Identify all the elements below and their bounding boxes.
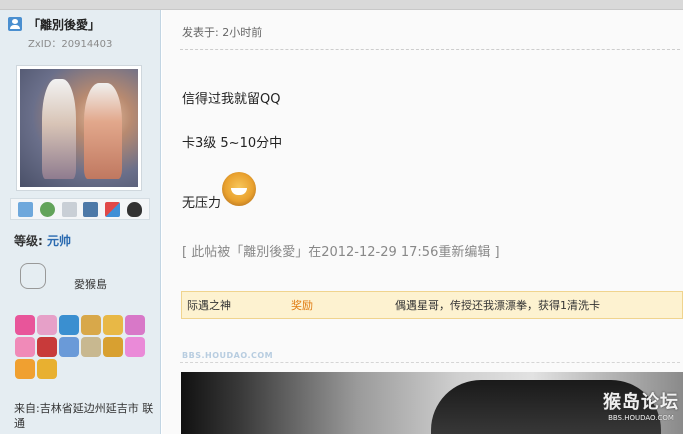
medal-icon[interactable] bbox=[103, 337, 123, 357]
search-posts-icon[interactable] bbox=[61, 201, 77, 217]
signature-icon bbox=[20, 263, 46, 289]
medals bbox=[14, 314, 154, 380]
level-label: 等级: bbox=[14, 234, 43, 248]
medal-icon[interactable] bbox=[81, 337, 101, 357]
edit-note: [ 此帖被「離別後愛」在2012-12-29 17:56重新编辑 ] bbox=[182, 245, 500, 260]
pm-icon[interactable] bbox=[18, 201, 34, 217]
user-icon bbox=[8, 17, 22, 31]
post-line-1: 信得过我就留QQ bbox=[182, 92, 281, 107]
post-area: 发表于: 2小时前 信得过我就留QQ 卡3级 5~10分中 无压力 [ 此帖被「… bbox=[162, 10, 683, 434]
username[interactable]: 「離別後愛」 bbox=[28, 16, 100, 33]
blocks-icon[interactable] bbox=[104, 201, 120, 217]
avatar-figure-right bbox=[84, 83, 122, 179]
avatar-image bbox=[20, 69, 138, 187]
medal-icon[interactable] bbox=[125, 337, 145, 357]
profile-icon[interactable] bbox=[83, 201, 99, 217]
post-meta: 发表于: 2小时前 bbox=[182, 26, 263, 39]
user-sidebar: 「離別後愛」 ZxID：20914403 等级: 元帅 愛猴島 来自:吉林省延边… bbox=[0, 10, 161, 434]
medal-icon[interactable] bbox=[15, 337, 35, 357]
home-label: 愛猴島 bbox=[74, 278, 107, 291]
medal-icon[interactable] bbox=[37, 359, 57, 379]
content-divider bbox=[180, 362, 680, 363]
qq-icon[interactable] bbox=[126, 201, 142, 217]
user-action-icons bbox=[10, 198, 150, 220]
user-level: 等级: 元帅 bbox=[14, 232, 71, 249]
medal-icon[interactable] bbox=[59, 337, 79, 357]
level-value: 元帅 bbox=[47, 234, 72, 248]
medal-icon[interactable] bbox=[103, 315, 123, 335]
post-line-3: 无压力 bbox=[182, 196, 222, 211]
avatar[interactable] bbox=[16, 65, 142, 191]
post-line-2: 卡3级 5~10分中 bbox=[182, 136, 283, 151]
medal-icon[interactable] bbox=[125, 315, 145, 335]
medal-icon[interactable] bbox=[59, 315, 79, 335]
medal-icon[interactable] bbox=[15, 359, 35, 379]
username-row[interactable]: 「離別後愛」 bbox=[8, 16, 100, 32]
post-image[interactable]: 猴岛论坛 BBS.HOUDAO.COM bbox=[181, 372, 683, 434]
medal-icon[interactable] bbox=[81, 315, 101, 335]
medal-icon[interactable] bbox=[37, 315, 57, 335]
reward-desc: 偶遇星哥，传授还我漂漂拳，获得1清洗卡 bbox=[395, 299, 600, 312]
user-id: ZxID：20914403 bbox=[28, 39, 113, 50]
medal-icon[interactable] bbox=[37, 337, 57, 357]
top-strip bbox=[0, 0, 683, 10]
user-location: 来自:吉林省延边州延吉市 联通 bbox=[14, 402, 154, 430]
reward-label: 奖励 bbox=[291, 299, 313, 312]
add-friend-icon[interactable] bbox=[39, 201, 55, 217]
brand-logo-name: 猴岛论坛 bbox=[603, 392, 679, 413]
brand-logo: 猴岛论坛 BBS.HOUDAO.COM bbox=[603, 388, 679, 422]
watermark-text: BBS.HOUDAO.COM bbox=[182, 351, 274, 360]
medal-icon[interactable] bbox=[15, 315, 35, 335]
reward-bar: 际遇之神 奖励 偶遇星哥，传授还我漂漂拳，获得1清洗卡 bbox=[181, 291, 683, 319]
brand-logo-url: BBS.HOUDAO.COM bbox=[608, 414, 674, 422]
meta-divider bbox=[180, 49, 680, 50]
avatar-figure-left bbox=[42, 79, 76, 179]
laughing-emoji-icon bbox=[222, 172, 256, 206]
reward-user: 际遇之神 bbox=[187, 299, 231, 312]
